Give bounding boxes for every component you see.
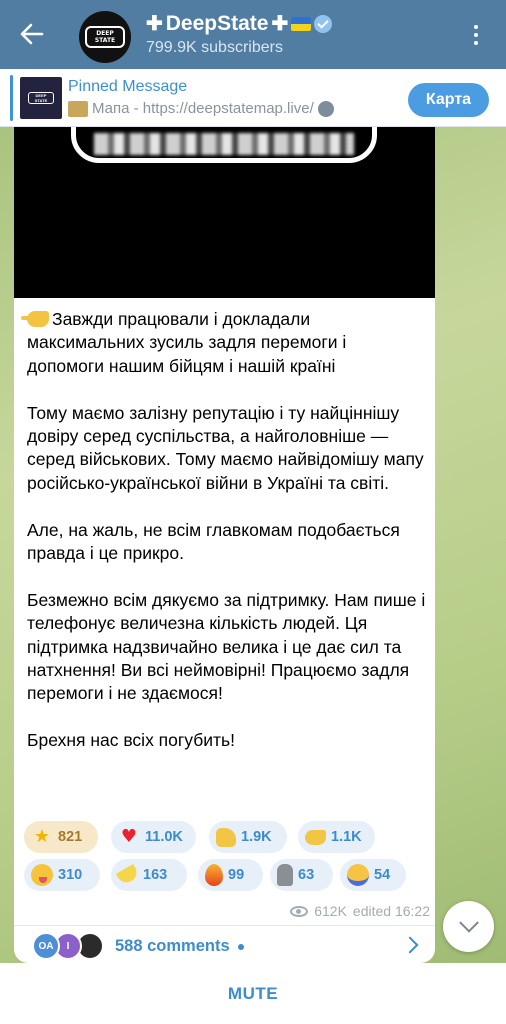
reaction-thumbs-up[interactable]: 1.9K	[209, 821, 287, 853]
pinned-text-row: Мапа - https://deepstatemap.live/	[68, 100, 388, 117]
message-paragraph: Але, на жаль, не всім главкомам подобаєт…	[27, 519, 400, 564]
reaction-count: 821	[58, 829, 83, 845]
star-icon: ★	[33, 826, 51, 847]
message-text: Завжди працювали і докладали максимальни…	[21, 308, 427, 753]
channel-title-row[interactable]: ✚ DeepState ✚	[146, 11, 333, 36]
more-dots-icon	[474, 25, 478, 29]
eye-icon	[290, 905, 309, 917]
reaction-crazy-face[interactable]: 310	[24, 859, 100, 891]
reaction-count: 1.1K	[331, 829, 362, 845]
message-paragraph: Завжди працювали і докладали максимальни…	[21, 308, 427, 378]
banana-icon	[115, 863, 141, 887]
blurred-logo-text	[94, 133, 354, 155]
chat-header: DEEP STATE ✚ DeepState ✚ 799.9K subscrib…	[0, 0, 506, 69]
reaction-count: 163	[143, 867, 168, 883]
comments-count: 588 comments	[115, 937, 230, 955]
chevron-down-icon	[458, 912, 479, 933]
pointing-hand-icon	[305, 829, 326, 845]
message-paragraph: Безмежно всім дякуємо за підтримку. Нам …	[27, 589, 426, 704]
verified-icon	[314, 14, 333, 33]
subscriber-count: 799.9K subscribers	[146, 39, 283, 56]
pointing-hand-icon	[21, 311, 49, 327]
more-dots-icon	[474, 33, 478, 37]
robot-icon	[317, 100, 334, 117]
reaction-pointing-hand[interactable]: 1.1K	[298, 821, 375, 853]
comments-divider	[14, 925, 435, 926]
commenter-avatar: OA	[32, 932, 60, 960]
mute-button[interactable]: MUTE	[228, 984, 278, 1004]
comments-label-row: 588 comments	[115, 937, 244, 956]
view-count: 612K	[314, 903, 347, 919]
fire-icon	[205, 864, 223, 886]
reaction-count: 310	[58, 867, 83, 883]
pinned-thumbnail-logo: DEEP STATE	[28, 92, 54, 104]
ukraine-flag-icon	[291, 16, 312, 31]
message-photo[interactable]	[14, 127, 435, 298]
pinned-text: Мапа - https://deepstatemap.live/	[92, 100, 314, 117]
reaction-heart[interactable]: ♥ 11.0K	[111, 821, 196, 853]
channel-avatar[interactable]: DEEP STATE	[79, 11, 131, 63]
scroll-down-button[interactable]	[443, 901, 494, 952]
crazy-face-icon	[31, 864, 53, 886]
avatar-logo: DEEP STATE	[85, 26, 125, 48]
reaction-count: 63	[298, 867, 315, 883]
edited-time: edited 16:22	[352, 903, 430, 919]
reaction-banana[interactable]: 163	[111, 859, 187, 891]
message-paragraph-text: Завжди працювали і докладали максимальни…	[27, 309, 347, 376]
reaction-count: 99	[228, 867, 245, 883]
back-button[interactable]	[14, 18, 50, 50]
comments-button[interactable]: OA I 588 comments	[14, 930, 435, 963]
message-paragraph: Брехня нас всіх погубить!	[27, 730, 236, 751]
reaction-star[interactable]: ★ 821	[24, 821, 98, 853]
shrug-icon	[347, 864, 369, 886]
chat-background: Завжди працювали і докладали максимальни…	[0, 127, 506, 963]
moai-icon	[277, 864, 293, 886]
arrow-left-icon	[20, 23, 44, 45]
unread-dot-icon	[237, 943, 244, 950]
message-meta: 612K edited 16:22	[270, 903, 430, 919]
more-menu-button[interactable]	[464, 18, 488, 52]
reaction-shrug[interactable]: 54	[340, 859, 406, 891]
heart-icon: ♥	[120, 826, 138, 847]
thumbs-up-icon	[216, 827, 236, 847]
message-bubble[interactable]: Завжди працювали і докладали максимальни…	[14, 127, 435, 963]
reaction-moai[interactable]: 63	[270, 859, 333, 891]
reaction-fire[interactable]: 99	[198, 859, 263, 891]
map-icon	[68, 100, 88, 117]
message-paragraph: Тому маємо залізну репутацію і ту найцін…	[27, 402, 424, 493]
chevron-right-icon	[401, 936, 419, 954]
map-button[interactable]: Карта	[408, 83, 489, 117]
reaction-count: 11.0K	[145, 829, 183, 845]
more-dots-icon	[474, 41, 478, 45]
reaction-count: 54	[374, 867, 391, 883]
bottom-bar: MUTE	[0, 963, 506, 1024]
cross-icon: ✚	[271, 13, 289, 35]
cross-icon: ✚	[146, 13, 163, 35]
channel-title: DeepState	[165, 11, 269, 35]
pinned-thumbnail: DEEP STATE	[20, 77, 62, 119]
pinned-accent-line	[10, 75, 13, 121]
reaction-count: 1.9K	[241, 829, 272, 845]
pinned-title: Pinned Message	[68, 78, 188, 95]
